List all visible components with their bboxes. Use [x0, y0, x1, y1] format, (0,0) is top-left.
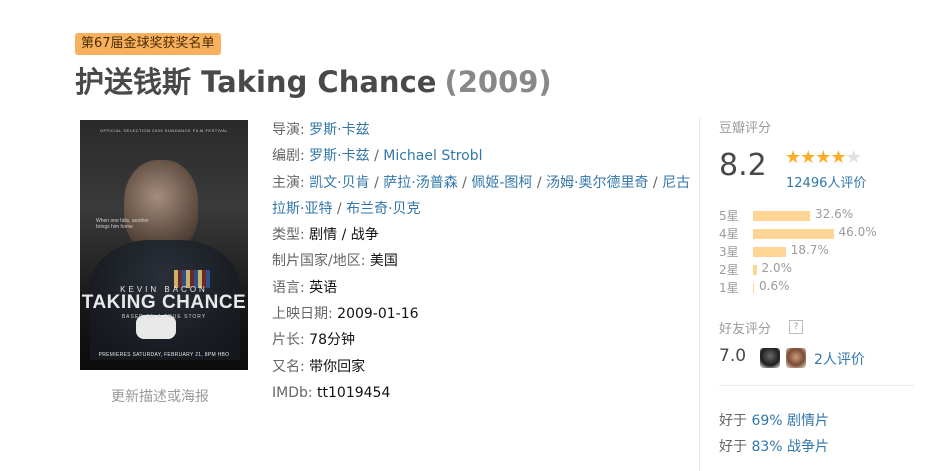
star-filled-icon: ★	[800, 147, 816, 168]
rating-bar	[753, 211, 811, 221]
genre-value: 剧情	[309, 227, 338, 244]
rating-score: 8.2	[719, 148, 767, 183]
rating-bar	[753, 247, 786, 257]
poster-title: TAKING CHANCE	[81, 292, 247, 313]
imdb-label: IMDb:	[272, 384, 313, 401]
genre-value: 战争	[350, 227, 379, 244]
info-country: 制片国家/地区: 美国	[272, 248, 692, 274]
info-runtime: 片长: 78分钟	[272, 327, 692, 353]
better-than-prefix: 好于	[719, 413, 747, 429]
section-divider	[699, 117, 700, 471]
movie-title: 护送钱斯 Taking Chance	[75, 65, 437, 99]
rating-percent: 18.7%	[790, 243, 829, 257]
rating-distribution: 5星 32.6% 4星 46.0% 3星 18.7% 2星 2.0% 1星 0.6%	[719, 207, 919, 297]
info-genre: 类型: 剧情 / 战争	[272, 227, 379, 244]
friend-rating-label: 好友评分	[719, 322, 772, 337]
poster-tagline: When one falls, another brings him home	[96, 218, 149, 230]
rating-distribution-row: 5星 32.6%	[719, 207, 919, 225]
rating-bar	[753, 283, 755, 293]
aka-label: 又名:	[272, 358, 305, 375]
friend-rating-score: 7.0	[719, 346, 747, 366]
page-title: 护送钱斯 Taking Chance (2009)	[75, 59, 552, 101]
release-value: 2009-01-16	[337, 306, 419, 323]
info-writer: 编剧: 罗斯·卡兹 / Michael Strobl	[272, 148, 483, 165]
director-label: 导演	[272, 122, 300, 138]
movie-poster[interactable]: OFFICIAL SELECTION 2009 SUNDANCE FILM FE…	[80, 120, 248, 370]
star-rating: ★★★★★	[785, 147, 862, 168]
rating-bar	[753, 229, 834, 239]
country-label: 制片国家/地区:	[272, 253, 366, 270]
info-release-date: 上映日期: 2009-01-16	[272, 301, 692, 327]
star-filled-icon: ★	[785, 147, 801, 168]
rating-star-label: 5星	[719, 209, 739, 223]
cast-link[interactable]: 萨拉·汤普森	[383, 175, 457, 191]
rating-count-link[interactable]: 12496人评价	[786, 172, 866, 191]
language-value: 英语	[309, 279, 338, 296]
writer-label: 编剧	[272, 148, 300, 165]
poster-portrait-head	[124, 160, 198, 252]
genre-label: 类型:	[272, 227, 305, 244]
cast-label: 主演	[272, 174, 300, 191]
movie-year: (2009)	[444, 65, 552, 99]
rating-divider	[719, 385, 914, 386]
better-than-percent[interactable]: 83%	[751, 439, 782, 455]
cast-link[interactable]: 佩姬-图柯	[471, 175, 532, 191]
rating-distribution-row: 1星 0.6%	[719, 279, 919, 297]
aka-value: 带你回家	[309, 358, 366, 375]
better-than-prefix: 好于	[719, 439, 747, 455]
country-value: 美国	[369, 253, 398, 270]
help-icon[interactable]: ?	[789, 320, 803, 334]
movie-info: 导演: 罗斯·卡兹 编剧: 罗斯·卡兹 / Michael Strobl 主演:…	[272, 117, 692, 406]
rating-distribution-row: 3星 18.7%	[719, 243, 919, 261]
cast-link[interactable]: 汤姆·奥尔德里奇	[546, 175, 648, 191]
star-filled-icon: ★	[830, 147, 846, 168]
friend-rating-count-link[interactable]: 2人评价	[814, 349, 865, 369]
better-than-genre[interactable]: 剧情片	[787, 413, 829, 429]
avatar[interactable]	[760, 348, 780, 368]
info-aka: 又名: 带你回家	[272, 354, 692, 380]
poster-top-text: OFFICIAL SELECTION 2009 SUNDANCE FILM FE…	[99, 128, 229, 133]
info-cast: 主演: 凯文·贝肯 / 萨拉·汤普森 / 佩姬-图柯 / 汤姆·奥尔德里奇 / …	[272, 174, 691, 217]
poster-subtitle: BASED ON A TRUE STORY	[121, 314, 207, 320]
director-link[interactable]: 罗斯·卡兹	[309, 122, 369, 138]
star-empty-icon: ★	[845, 147, 862, 168]
star-filled-icon: ★	[815, 147, 831, 168]
info-language: 语言: 英语	[272, 275, 692, 301]
avatar[interactable]	[786, 348, 806, 368]
rating-star-label: 4星	[719, 227, 739, 241]
rating-star-label: 3星	[719, 245, 739, 259]
rating-star-label: 2星	[719, 263, 739, 277]
rating-star-label: 1星	[719, 281, 739, 295]
better-than-row: 好于 69% 剧情片	[719, 410, 829, 430]
rating-bar	[753, 265, 757, 275]
imdb-value: tt1019454	[317, 384, 391, 401]
rating-percent: 46.0%	[838, 225, 877, 239]
poster-premiere: PREMIERES SATURDAY, FEBRUARY 21, 8PM HBO	[98, 352, 230, 358]
better-than-row: 好于 83% 战争片	[719, 436, 829, 456]
runtime-label: 片长:	[272, 332, 305, 349]
cast-link[interactable]: 布兰奇·贝克	[346, 201, 420, 217]
writer-link[interactable]: Michael Strobl	[383, 148, 482, 164]
runtime-value: 78分钟	[309, 332, 355, 349]
info-director: 导演: 罗斯·卡兹	[272, 122, 370, 138]
rating-percent: 2.0%	[761, 261, 793, 275]
release-label: 上映日期:	[272, 306, 333, 323]
language-label: 语言:	[272, 279, 305, 296]
rating-distribution-row: 4星 46.0%	[719, 225, 919, 243]
update-description-link[interactable]: 更新描述或海报	[111, 386, 209, 406]
cast-link[interactable]: 凯文·贝肯	[309, 175, 369, 191]
writer-link[interactable]: 罗斯·卡兹	[309, 148, 369, 164]
rating-distribution-row: 2星 2.0%	[719, 261, 919, 279]
better-than-percent[interactable]: 69%	[751, 413, 782, 429]
better-than-genre[interactable]: 战争片	[787, 439, 829, 455]
rating-percent: 0.6%	[759, 279, 790, 293]
rating-label: 豆瓣评分	[719, 121, 772, 136]
award-badge[interactable]: 第67届金球奖获奖名单	[75, 33, 221, 55]
rating-percent: 32.6%	[815, 207, 854, 221]
info-imdb: IMDb: tt1019454	[272, 380, 692, 406]
